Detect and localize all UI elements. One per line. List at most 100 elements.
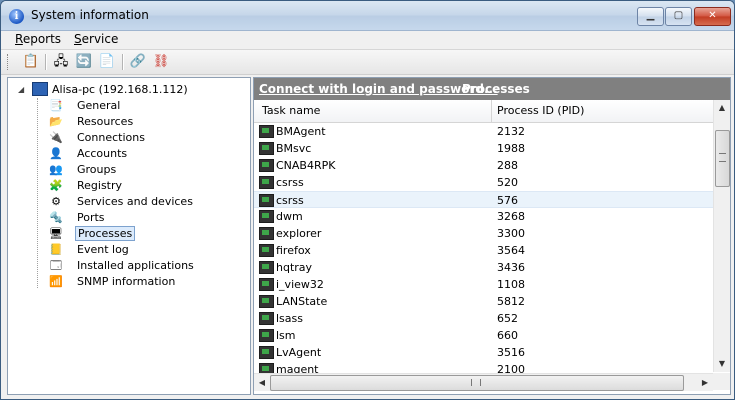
- task-name: magent: [276, 363, 319, 373]
- process-icon: [259, 244, 274, 257]
- maximize-button[interactable]: ▢: [665, 7, 692, 26]
- task-name: CNAB4RPK: [276, 159, 336, 172]
- connect-icon[interactable]: 🔗: [129, 53, 147, 71]
- accounts-icon: 👤: [49, 147, 63, 160]
- column-divider[interactable]: [491, 100, 492, 122]
- general-icon: 📑: [49, 99, 63, 112]
- table-row[interactable]: i_view32 1108: [254, 276, 713, 293]
- process-id: 1108: [497, 278, 525, 291]
- column-header-task-name[interactable]: Task name: [262, 104, 320, 117]
- task-name: BMsvc: [276, 142, 312, 155]
- menu-service[interactable]: Service: [74, 32, 118, 46]
- ports-icon: 🔩: [49, 211, 63, 224]
- collapse-icon[interactable]: ◢: [18, 86, 25, 94]
- copy-icon[interactable]: 📄: [98, 53, 116, 71]
- task-name: LvAgent: [276, 346, 322, 359]
- task-name: csrss: [276, 176, 304, 189]
- task-name: LANState: [276, 295, 328, 308]
- grip-icon: [719, 153, 726, 162]
- horizontal-scrollbar[interactable]: ◀ ▶: [254, 373, 713, 391]
- table-row-selected[interactable]: csrss 576: [254, 191, 713, 208]
- process-id: 3564: [497, 244, 525, 257]
- computer-icon: [32, 82, 48, 96]
- process-icon: [259, 194, 274, 207]
- column-header-pid[interactable]: Process ID (PID): [497, 104, 584, 117]
- process-id: 288: [497, 159, 518, 172]
- disconnect-icon[interactable]: ⛓: [152, 53, 170, 71]
- process-id: 5812: [497, 295, 525, 308]
- menu-bar: Reports Service: [1, 31, 734, 50]
- table-row[interactable]: LANState 5812: [254, 293, 713, 310]
- tree-item-label: Accounts: [77, 147, 128, 160]
- process-icon: [259, 261, 274, 274]
- close-button[interactable]: ✕: [694, 7, 731, 26]
- toolbar-grip[interactable]: [7, 54, 11, 70]
- table-row[interactable]: firefox 3564: [254, 242, 713, 259]
- scan-icon[interactable]: 🖧: [52, 53, 70, 71]
- tree-item-label: Installed applications: [77, 259, 194, 272]
- process-icon: [259, 159, 274, 172]
- table-row[interactable]: magent 2100: [254, 361, 713, 373]
- installed-apps-icon: 🗔: [50, 259, 62, 272]
- table-row[interactable]: lsm 660: [254, 327, 713, 344]
- report-icon[interactable]: 📋: [22, 53, 40, 71]
- process-icon: [259, 278, 274, 291]
- table-row[interactable]: hqtray 3436: [254, 259, 713, 276]
- registry-icon: 🧩: [49, 179, 63, 192]
- process-icon: [259, 125, 274, 138]
- table-row[interactable]: BMAgent 2132: [254, 123, 713, 140]
- process-id: 576: [497, 194, 518, 207]
- process-icon: [259, 329, 274, 342]
- table-row[interactable]: csrss 520: [254, 174, 713, 191]
- process-id: 3516: [497, 346, 525, 359]
- task-name: csrss: [276, 194, 304, 207]
- table-row[interactable]: explorer 3300: [254, 225, 713, 242]
- system-information-window: i System information ▁ ▢ ✕ Reports Servi…: [0, 0, 735, 400]
- table-row[interactable]: dwm 3268: [254, 208, 713, 225]
- refresh-icon[interactable]: 🔄: [75, 53, 93, 71]
- grip-icon: [471, 379, 481, 386]
- tree-item-label: Resources: [77, 115, 134, 128]
- groups-icon: 👥: [49, 163, 63, 176]
- process-icon: [259, 363, 274, 373]
- table-row[interactable]: BMsvc 1988: [254, 140, 713, 157]
- process-icon: [259, 142, 274, 155]
- horizontal-scroll-thumb[interactable]: [270, 375, 684, 391]
- tree-item-label: Ports: [77, 211, 105, 224]
- scroll-up-icon[interactable]: ▲: [714, 100, 730, 116]
- menu-reports[interactable]: Reports: [15, 32, 61, 46]
- tree-item-label: Connections: [77, 131, 145, 144]
- content-header: Connect with login and password... Proce…: [254, 78, 730, 100]
- event-log-icon: 📒: [49, 243, 63, 256]
- task-name: dwm: [276, 210, 303, 223]
- scroll-down-icon[interactable]: ▼: [714, 356, 730, 372]
- process-icon: [259, 176, 274, 189]
- process-icon: [259, 227, 274, 240]
- scroll-right-icon[interactable]: ▶: [697, 374, 713, 391]
- toolbar: 📋 🖧 🔄 📄 🔗 ⛓: [1, 50, 734, 75]
- table-row[interactable]: lsass 652: [254, 310, 713, 327]
- tree-item-label: Event log: [77, 243, 129, 256]
- toolbar-separator: [122, 54, 124, 70]
- table-row[interactable]: CNAB4RPK 288: [254, 157, 713, 174]
- tree-item-label: Groups: [77, 163, 117, 176]
- navigation-tree[interactable]: ◢ Alisa-pc (192.168.1.112) 📑 General 📂 R…: [7, 77, 251, 395]
- title-bar[interactable]: i System information ▁ ▢ ✕: [1, 1, 734, 31]
- process-id: 520: [497, 176, 518, 189]
- process-icon: [259, 295, 274, 308]
- table-row[interactable]: LvAgent 3516: [254, 344, 713, 361]
- tree-root-label: Alisa-pc (192.168.1.112): [52, 83, 188, 96]
- task-name: lsass: [276, 312, 303, 325]
- content-pane: Connect with login and password... Proce…: [253, 77, 731, 395]
- minimize-button[interactable]: ▁: [637, 7, 664, 26]
- scroll-left-icon[interactable]: ◀: [254, 374, 270, 391]
- info-icon: i: [9, 9, 24, 24]
- vertical-scrollbar[interactable]: ▲ ▼: [713, 100, 730, 372]
- content-title: Processes: [462, 82, 530, 96]
- tree-item-label: SNMP information: [77, 275, 176, 288]
- process-id: 652: [497, 312, 518, 325]
- vertical-scroll-thumb[interactable]: [715, 130, 730, 187]
- scrollbar-corner: [713, 373, 730, 390]
- process-id: 2132: [497, 125, 525, 138]
- process-icon: [259, 346, 274, 359]
